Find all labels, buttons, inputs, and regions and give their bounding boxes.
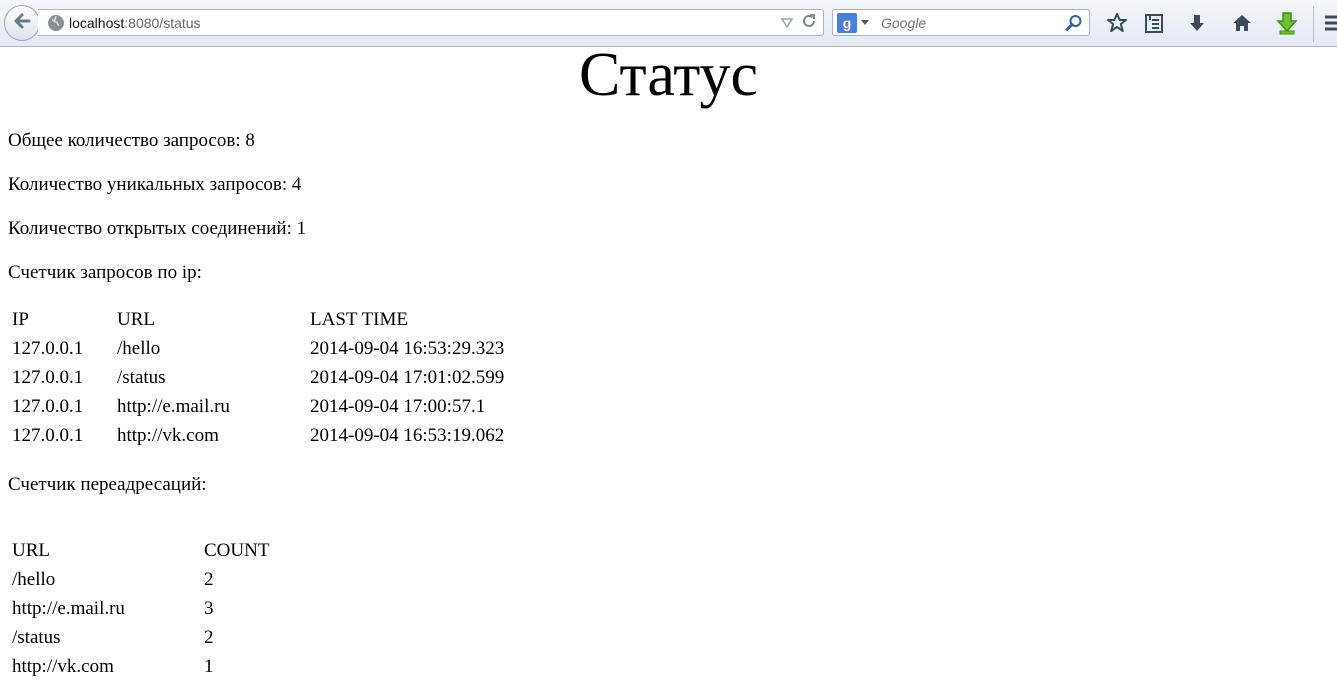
column-header: IP — [12, 309, 29, 330]
dropdown-triangle-icon[interactable] — [780, 15, 794, 31]
url-path: :8080/status — [124, 14, 201, 31]
column-header: COUNT — [204, 540, 270, 561]
open-connections-text: Количество открытых соединений: 1 — [8, 218, 307, 239]
table-cell: 3 — [204, 598, 214, 619]
table-cell: 2 — [204, 627, 214, 648]
table-cell: 2 — [204, 569, 214, 590]
table-cell: /status — [12, 627, 61, 648]
chevron-down-icon[interactable] — [861, 19, 869, 26]
bookmark-star-icon[interactable] — [1105, 11, 1129, 35]
search-placeholder: Google — [881, 14, 927, 31]
address-bar[interactable]: localhost:8080/status — [38, 9, 824, 36]
green-download-addon-icon[interactable] — [1275, 11, 1299, 35]
table-cell: 2014-09-04 17:01:02.599 — [310, 367, 505, 388]
reload-icon[interactable] — [801, 13, 817, 32]
table-row: 127.0.0.1 /hello 2014-09-04 16:53:29.323 — [10, 335, 506, 362]
table-cell: 127.0.0.1 — [12, 396, 84, 417]
google-engine-icon[interactable]: g — [837, 12, 857, 33]
table-cell: http://vk.com — [12, 656, 114, 677]
table-cell: 2014-09-04 17:00:57.1 — [310, 396, 486, 417]
table-cell: 127.0.0.1 — [12, 367, 84, 388]
column-header: URL — [117, 309, 155, 330]
table-header-row: IP URL LAST TIME — [10, 306, 506, 333]
globe-icon — [47, 14, 65, 32]
table-cell: /hello — [117, 338, 161, 359]
search-icon[interactable] — [1065, 14, 1083, 32]
menu-icon[interactable] — [1321, 11, 1337, 35]
table-cell: 1 — [204, 656, 214, 677]
table-row: http://e.mail.ru 3 — [10, 595, 271, 622]
browser-toolbar: localhost:8080/status g Google — [0, 0, 1337, 47]
table-cell: /status — [117, 367, 166, 388]
toolbar-separator — [1313, 6, 1314, 42]
table-cell: http://e.mail.ru — [117, 396, 230, 417]
table-row: /status 2 — [10, 624, 271, 651]
redirect-counter-heading: Счетчик переадресаций: — [8, 474, 207, 495]
total-requests-text: Общее количество запросов: 8 — [8, 130, 255, 151]
table-header-row: URL COUNT — [10, 537, 271, 564]
url-host: localhost — [69, 14, 125, 31]
back-button[interactable] — [4, 5, 40, 41]
redirect-counter-table: URL COUNT /hello 2 http://e.mail.ru 3 /s… — [8, 535, 273, 682]
page-content: Статус Общее количество запросов: 8 Коли… — [8, 41, 1329, 677]
table-cell: 127.0.0.1 — [12, 425, 84, 446]
table-row: http://vk.com 1 — [10, 653, 271, 680]
search-bar[interactable]: g Google — [832, 9, 1090, 36]
ip-counter-heading: Счетчик запросов по ip: — [8, 262, 202, 283]
column-header: URL — [12, 540, 50, 561]
table-row: 127.0.0.1 http://vk.com 2014-09-04 16:53… — [10, 422, 506, 449]
unique-requests-text: Количество уникальных запросов: 4 — [8, 174, 302, 195]
table-cell: 127.0.0.1 — [12, 338, 84, 359]
table-cell: 2014-09-04 16:53:29.323 — [310, 338, 505, 359]
table-cell: /hello — [12, 569, 56, 590]
page-title: Статус — [578, 41, 759, 109]
home-icon[interactable] — [1230, 11, 1254, 35]
download-icon[interactable] — [1185, 11, 1209, 35]
table-cell: http://vk.com — [117, 425, 219, 446]
ip-counter-table: IP URL LAST TIME 127.0.0.1 /hello 2014-0… — [8, 304, 508, 451]
bookmarks-menu-icon[interactable] — [1142, 11, 1166, 35]
table-row: /hello 2 — [10, 566, 271, 593]
table-cell: 2014-09-04 16:53:19.062 — [310, 425, 505, 446]
arrow-left-icon — [11, 10, 33, 37]
table-row: 127.0.0.1 /status 2014-09-04 17:01:02.59… — [10, 364, 506, 391]
table-row: 127.0.0.1 http://e.mail.ru 2014-09-04 17… — [10, 393, 506, 420]
column-header: LAST TIME — [310, 309, 408, 330]
table-cell: http://e.mail.ru — [12, 598, 125, 619]
